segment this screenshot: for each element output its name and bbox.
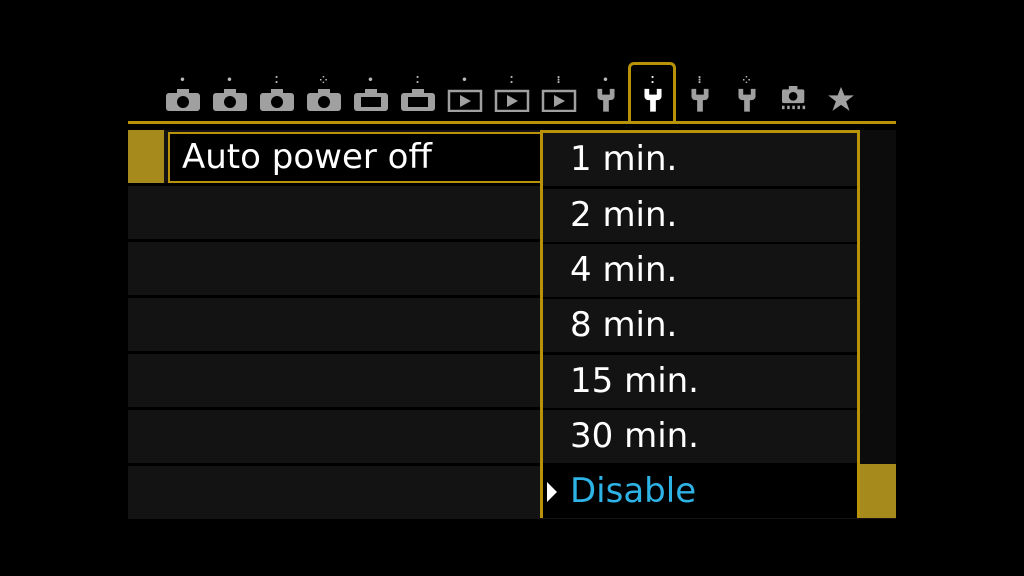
camera-icon	[354, 89, 388, 111]
scrollbar-track[interactable]	[860, 130, 896, 464]
tab-playback-1[interactable]: •	[445, 76, 485, 112]
wrench-icon	[597, 89, 615, 112]
tab-my-menu[interactable]	[821, 76, 861, 112]
playback-icon	[447, 89, 483, 112]
tab-live-view[interactable]	[774, 76, 814, 112]
tab-setup-2[interactable]: ⁚	[633, 75, 673, 112]
playback-icon	[541, 89, 577, 112]
wrench-icon	[644, 89, 662, 112]
camera-icon	[401, 89, 435, 111]
tab-shooting-5[interactable]: •	[351, 76, 391, 112]
option-8-min[interactable]: 8 min.	[543, 299, 857, 352]
tab-playback-3[interactable]: ⁝	[539, 76, 579, 112]
tab-setup-3[interactable]: ⁝	[680, 75, 720, 112]
tab-playback-2[interactable]: ⁚	[492, 76, 532, 112]
star-icon	[828, 87, 854, 112]
camera-icon	[260, 89, 294, 111]
selection-bar	[128, 130, 164, 183]
option-1-min[interactable]: 1 min.	[543, 133, 857, 186]
option-15-min[interactable]: 15 min.	[543, 355, 857, 408]
menu-tab-strip: • • ⁚ ⁘ • ⁚ • ⁚ ⁝ • ⁚ ⁝ ⁘	[0, 0, 1024, 124]
live-view-camera-icon	[781, 86, 806, 110]
option-2-min[interactable]: 2 min.	[543, 189, 857, 242]
selection-arrow-icon	[547, 482, 557, 502]
tab-shooting-3[interactable]: ⁚	[257, 76, 297, 112]
tab-setup-4[interactable]: ⁘	[727, 75, 767, 112]
auto-power-off-options: 1 min. 2 min. 4 min. 8 min. 15 min. 30 m…	[540, 130, 860, 518]
menu-item-auto-power-off[interactable]: Auto power off	[168, 132, 542, 183]
wrench-icon	[691, 89, 709, 112]
tab-shooting-4[interactable]: ⁘	[304, 76, 344, 112]
tab-shooting-1[interactable]: •	[163, 76, 203, 112]
wrench-icon	[738, 89, 756, 112]
camera-icon	[166, 89, 200, 111]
camera-icon	[213, 89, 247, 111]
tab-underline	[128, 121, 896, 124]
scrollbar-thumb[interactable]	[860, 464, 896, 518]
option-4-min[interactable]: 4 min.	[543, 244, 857, 297]
playback-icon	[494, 89, 530, 112]
camera-icon	[307, 89, 341, 111]
option-30-min[interactable]: 30 min.	[543, 410, 857, 463]
tab-setup-1[interactable]: •	[586, 75, 626, 112]
option-disable[interactable]: Disable	[543, 465, 857, 518]
tab-shooting-6[interactable]: ⁚	[398, 76, 438, 112]
tab-shooting-2[interactable]: •	[210, 76, 250, 112]
